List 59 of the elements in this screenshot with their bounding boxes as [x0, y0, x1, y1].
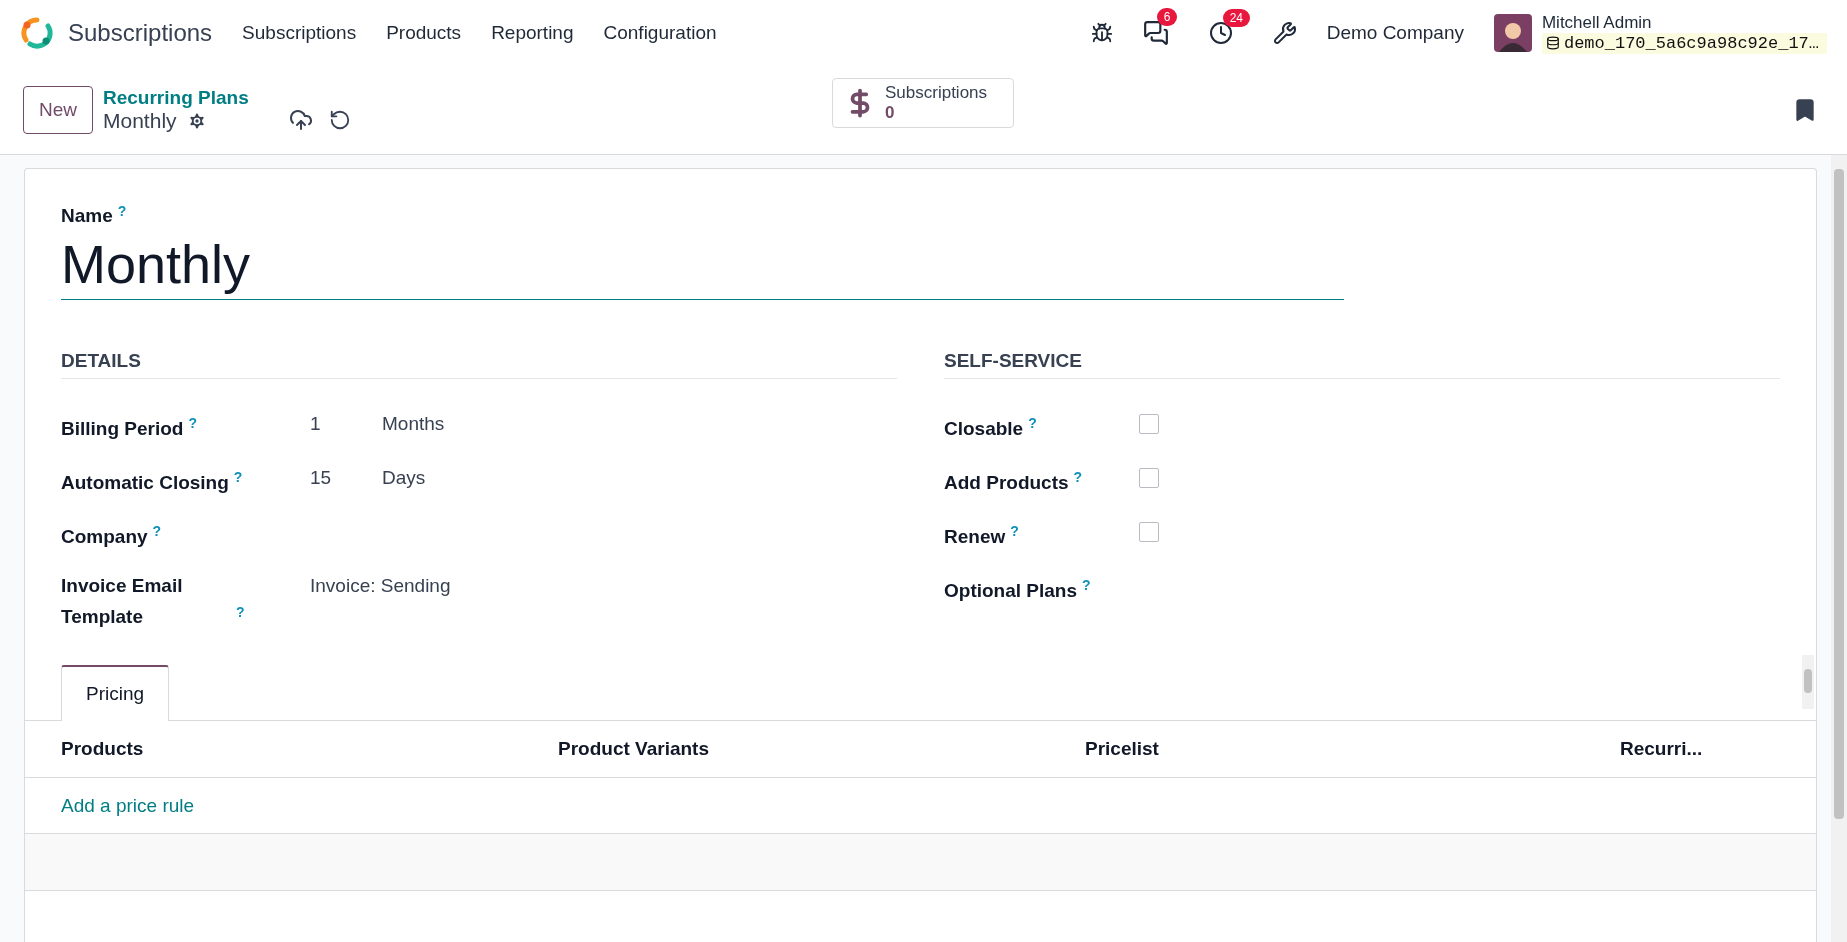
field-label: Company	[61, 524, 148, 549]
field-label: Add Products	[944, 470, 1069, 495]
column-header[interactable]: Product Variants	[558, 738, 1085, 761]
undo-icon[interactable]	[328, 109, 351, 131]
scrollbar	[1802, 655, 1814, 710]
field-label: Optional Plans	[944, 578, 1078, 603]
app-logo-icon	[20, 16, 54, 50]
column-header[interactable]: Products	[61, 738, 558, 761]
field-label: Billing Period	[61, 416, 184, 441]
section-title: SELF-SERVICE	[944, 350, 1780, 380]
column-header[interactable]: Recurri...	[1620, 738, 1780, 761]
section-title: DETAILS	[61, 350, 897, 380]
field-label: Closable	[944, 416, 1024, 441]
bug-icon[interactable]	[1090, 22, 1113, 44]
help-tooltip-mark[interactable]: ?	[1073, 469, 1083, 486]
menu-item[interactable]: Products	[386, 22, 462, 44]
clock-icon[interactable]	[1208, 21, 1233, 45]
menu-item[interactable]: Reporting	[491, 22, 574, 44]
chat-icon[interactable]	[1142, 20, 1169, 46]
help-tooltip-mark[interactable]: ?	[117, 203, 127, 219]
subscriptions-smart-button[interactable]: Subscriptions 0	[832, 78, 1014, 128]
name-input[interactable]: Monthly	[61, 227, 1344, 301]
database-name: demo_170_5a6c9a98c92e_17…	[1541, 32, 1827, 54]
notification-badge: 24	[1222, 9, 1251, 27]
breadcrumb-link[interactable]: Recurring Plans	[103, 87, 249, 109]
field-label: Invoice Email Template	[61, 574, 184, 630]
unit-value[interactable]: Days	[382, 458, 426, 494]
tab[interactable]: Pricing	[61, 665, 170, 722]
field-label: Name	[61, 205, 113, 228]
user-avatar[interactable]	[1493, 14, 1532, 52]
column-header[interactable]: Pricelist	[1085, 738, 1620, 761]
tools-icon[interactable]	[1272, 21, 1297, 45]
field-value[interactable]: 15	[310, 458, 382, 494]
cloud-upload-icon[interactable]	[288, 108, 313, 132]
record-title: Monthly	[103, 109, 177, 133]
field-label: Renew	[944, 524, 1006, 549]
help-tooltip-mark[interactable]: ?	[152, 523, 162, 540]
help-tooltip-mark[interactable]: ?	[1010, 523, 1019, 540]
checkbox[interactable]	[1139, 414, 1159, 435]
checkbox[interactable]	[1139, 522, 1159, 543]
unit-value[interactable]: Months	[382, 404, 445, 440]
notification-badge: 6	[1156, 8, 1178, 26]
help-tooltip-mark[interactable]: ?	[236, 604, 245, 620]
database-icon	[1545, 36, 1560, 50]
help-tooltip-mark[interactable]: ?	[1028, 415, 1037, 432]
field-value[interactable]: 1	[310, 404, 382, 440]
menu-item[interactable]: Subscriptions	[242, 22, 357, 44]
checkbox[interactable]	[1139, 468, 1159, 489]
help-tooltip-mark[interactable]: ?	[233, 469, 243, 486]
company-switcher[interactable]: Demo Company	[1326, 22, 1464, 44]
app-title: Subscriptions	[68, 19, 213, 47]
help-tooltip-mark[interactable]: ?	[1082, 577, 1091, 594]
menu-item[interactable]: Configuration	[603, 22, 717, 44]
new-button[interactable]: New	[23, 86, 93, 134]
user-name: Mitchell Admin	[1541, 12, 1653, 33]
add-line-link[interactable]: Add a price rule	[61, 794, 195, 817]
help-tooltip-mark[interactable]: ?	[188, 415, 197, 432]
field-label: Automatic Closing	[61, 470, 229, 495]
field-value[interactable]: Invoice: Sending	[310, 566, 451, 602]
